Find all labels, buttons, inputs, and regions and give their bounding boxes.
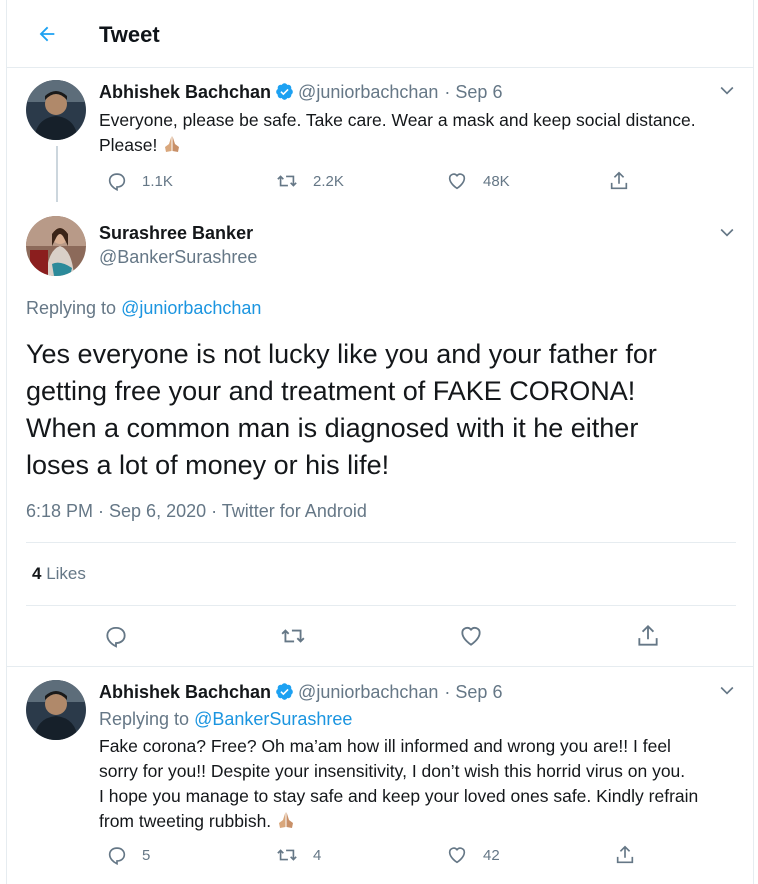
replying-to: Replying to @BankerSurashree xyxy=(99,709,352,730)
tweet-timestamp[interactable]: 6:18 PM · Sep 6, 2020 · Twitter for Andr… xyxy=(26,501,367,522)
tweet-page: Tweet Abhishek Bachchan @juniorbachchan · … xyxy=(6,0,754,884)
folded-hands-emoji xyxy=(279,812,294,828)
replying-to: Replying to @juniorbachchan xyxy=(26,298,261,319)
tweet-text-line: Fake corona? Free? Oh ma’am how ill info… xyxy=(99,736,671,756)
reply-button[interactable] xyxy=(103,623,143,649)
tweet-text: Everyone, please be safe. Take care. Wea… xyxy=(99,108,739,158)
reply-count: 5 xyxy=(142,846,151,864)
tweet-text-line: getting free your and treatment of FAKE … xyxy=(26,376,636,406)
author-handle[interactable]: @juniorbachchan xyxy=(298,82,438,102)
verified-badge-icon xyxy=(275,682,294,701)
share-button[interactable] xyxy=(635,623,675,649)
chevron-down-icon[interactable] xyxy=(717,680,737,700)
retweet-button[interactable]: 4 xyxy=(275,844,321,866)
tweet-text-line: sorry for you!! Despite your insensitivi… xyxy=(99,761,686,781)
page-title: Tweet xyxy=(99,22,160,47)
author-name[interactable]: Abhishek Bachchan xyxy=(99,682,271,702)
avatar[interactable] xyxy=(26,80,86,140)
author-handle[interactable]: @BankerSurashree xyxy=(99,247,257,268)
avatar[interactable] xyxy=(26,680,86,740)
reply-icon xyxy=(108,847,126,865)
tweet-date[interactable]: · Sep 6 xyxy=(444,682,502,702)
tweet-text-line-content: from tweeting rubbish. xyxy=(99,811,272,831)
tweet-text-line-content: Please! xyxy=(99,135,158,155)
reply-icon xyxy=(108,173,126,191)
like-button[interactable] xyxy=(457,623,499,649)
replying-to-link[interactable]: @juniorbachchan xyxy=(121,298,261,318)
like-icon xyxy=(461,627,481,646)
tweet-header: Abhishek Bachchan @juniorbachchan · Sep 6 xyxy=(99,82,502,103)
retweet-count: 2.2K xyxy=(313,172,344,190)
like-icon xyxy=(448,173,466,190)
reply-icon xyxy=(106,626,126,648)
reply-count: 1.1K xyxy=(142,172,173,190)
divider xyxy=(7,666,753,667)
like-count: 42 xyxy=(483,846,500,864)
retweet-icon xyxy=(281,629,305,643)
tweet-text: Fake corona? Free? Oh ma’am how ill info… xyxy=(99,734,749,834)
divider xyxy=(26,542,736,543)
likes-count: 4 xyxy=(32,564,42,583)
thread-line xyxy=(56,146,58,202)
tweet-date[interactable]: · Sep 6 xyxy=(444,82,502,102)
folded-hands-emoji xyxy=(165,136,180,152)
likes-summary[interactable]: 4 Likes xyxy=(32,564,86,584)
tweet-header: Abhishek Bachchan @juniorbachchan · Sep 6 xyxy=(99,682,502,703)
like-button[interactable]: 48K xyxy=(445,170,510,192)
tweet-text-line: Please! xyxy=(99,133,739,158)
tweet-text-line: Yes everyone is not lucky like you and y… xyxy=(26,339,657,369)
retweet-button[interactable] xyxy=(279,623,321,649)
chevron-down-icon[interactable] xyxy=(717,80,737,100)
reply-button[interactable]: 1.1K xyxy=(106,170,173,192)
tweet-text-line: I hope you manage to stay safe and keep … xyxy=(99,786,699,806)
like-count: 48K xyxy=(483,172,510,190)
page-header: Tweet xyxy=(7,0,753,68)
like-button[interactable]: 42 xyxy=(445,844,500,866)
replying-to-link[interactable]: @BankerSurashree xyxy=(194,709,352,729)
avatar[interactable] xyxy=(26,216,86,276)
replying-to-label: Replying to xyxy=(26,298,117,318)
tweet-text-line: loses a lot of money or his life! xyxy=(26,450,390,480)
replying-to-label: Replying to xyxy=(99,709,190,729)
reply-button[interactable]: 5 xyxy=(106,844,150,866)
like-icon xyxy=(448,847,466,864)
retweet-button[interactable]: 2.2K xyxy=(275,170,344,192)
retweet-count: 4 xyxy=(313,846,322,864)
author-handle[interactable]: @juniorbachchan xyxy=(298,682,438,702)
back-arrow-icon[interactable] xyxy=(33,20,61,48)
share-icon xyxy=(610,171,628,190)
tweet-text-line: When a common man is diagnosed with it h… xyxy=(26,413,639,443)
focused-tweet-text: Yes everyone is not lucky like you and y… xyxy=(26,336,746,484)
share-icon xyxy=(638,624,658,646)
share-button[interactable] xyxy=(608,170,644,192)
chevron-down-icon[interactable] xyxy=(717,222,737,242)
divider xyxy=(26,605,736,606)
tweet-text-line: Everyone, please be safe. Take care. Wea… xyxy=(99,110,696,130)
author-name[interactable]: Surashree Banker xyxy=(99,223,253,244)
retweet-icon xyxy=(277,175,297,187)
likes-label: Likes xyxy=(46,564,86,583)
share-icon xyxy=(616,845,634,864)
author-name[interactable]: Abhishek Bachchan xyxy=(99,82,271,102)
retweet-icon xyxy=(277,849,297,861)
share-button[interactable] xyxy=(614,844,650,866)
verified-badge-icon xyxy=(275,82,294,101)
tweet-text-line: from tweeting rubbish. xyxy=(99,809,749,834)
